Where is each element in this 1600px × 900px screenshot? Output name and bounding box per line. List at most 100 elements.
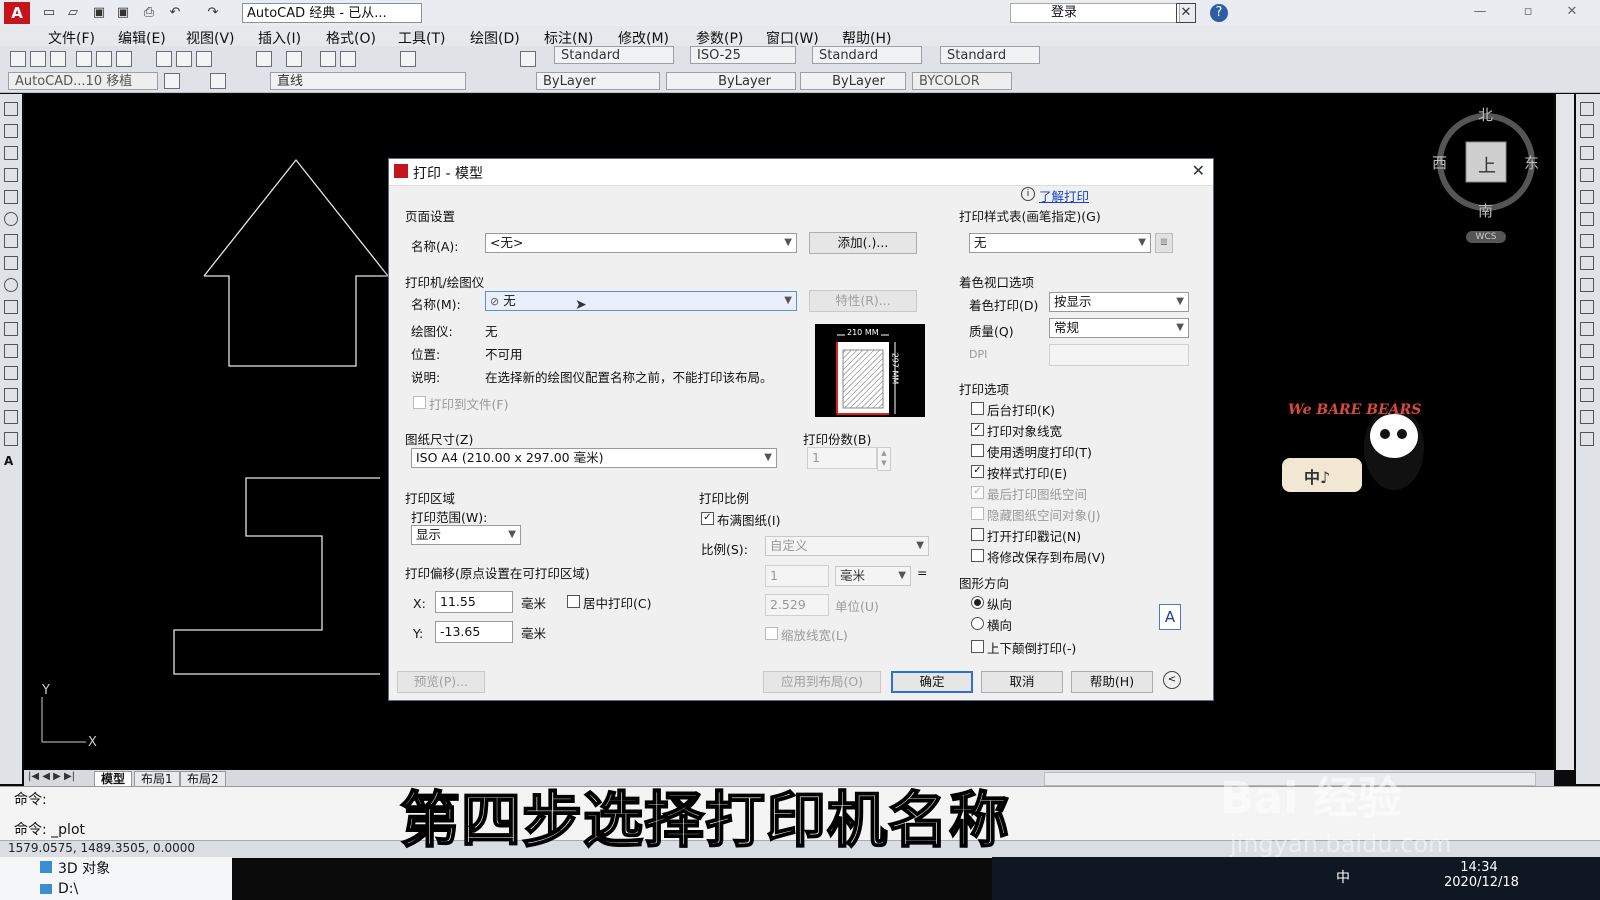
polyline-icon[interactable] [4, 146, 18, 160]
rectangle-icon[interactable] [4, 190, 18, 204]
scale-icon[interactable] [1580, 256, 1594, 270]
vertical-scrollbar[interactable] [1556, 94, 1574, 770]
paper-size-select[interactable]: ISO A4 (210.00 x 297.00 毫米) ▼ [411, 448, 777, 468]
publish-icon[interactable] [116, 51, 132, 67]
new-icon[interactable]: ▭ [40, 4, 58, 22]
shade-plot-select[interactable]: 按显示 ▼ [1049, 292, 1189, 312]
insert-block-icon[interactable] [4, 300, 18, 314]
lineweight-select[interactable]: ByLayer [800, 72, 906, 90]
undo-icon[interactable]: ↶ [166, 4, 184, 22]
copy-icon[interactable] [176, 51, 192, 67]
dpi-input[interactable] [1049, 344, 1189, 366]
portrait-radio[interactable] [971, 596, 984, 609]
menu-modify[interactable]: 修改(M) [618, 28, 669, 48]
command-input-line[interactable]: 命令: _plot [14, 819, 85, 839]
menu-help[interactable]: 帮助(H) [842, 28, 891, 48]
region-icon[interactable] [4, 410, 18, 424]
layer-state-select[interactable]: AutoCAD...10 移植 [8, 72, 158, 90]
wcs-menu[interactable]: WCS [1466, 231, 1506, 243]
menu-edit[interactable]: 编辑(E) [118, 28, 166, 48]
preview-button[interactable]: 预览(P)... [397, 671, 485, 693]
save-to-layout-checkbox[interactable] [971, 549, 984, 562]
offset-x-input[interactable]: 11.55 [435, 591, 513, 613]
quality-select[interactable]: 常规 ▼ [1049, 318, 1189, 338]
close-button[interactable]: ✕ [1552, 2, 1592, 22]
plot-range-select[interactable]: 显示 ▼ [411, 525, 521, 545]
layer-select[interactable]: 直线 [270, 72, 466, 90]
layer-manager-icon[interactable] [164, 73, 180, 89]
multileader-style-select[interactable]: Standard [940, 46, 1040, 64]
plot-stamp-checkbox[interactable] [971, 528, 984, 541]
save-as-icon[interactable]: ▣ [114, 4, 132, 22]
trim-icon[interactable] [1580, 300, 1594, 314]
dialog-close-button[interactable]: ✕ [1192, 161, 1205, 180]
upside-down-checkbox[interactable] [971, 640, 984, 653]
save-icon[interactable]: ▣ [90, 4, 108, 22]
explode-icon[interactable] [1580, 432, 1594, 446]
plotstyle-select[interactable]: BYCOLOR [912, 72, 1012, 90]
help-icon[interactable]: ? [1210, 4, 1228, 22]
plot-with-styles-checkbox[interactable]: ✓ [971, 465, 984, 478]
menu-tools[interactable]: 工具(T) [398, 28, 445, 48]
text-style-select[interactable]: Standard [554, 46, 674, 64]
rotate-icon[interactable] [1580, 234, 1594, 248]
color-select[interactable]: ByLayer [536, 72, 660, 90]
arc-icon[interactable] [4, 234, 18, 248]
page-setup-name-select[interactable]: <无> ▼ [485, 233, 797, 253]
compass-east[interactable]: 东 [1524, 152, 1539, 173]
offset-y-input[interactable]: -13.65 [435, 621, 513, 643]
collapse-options-icon[interactable]: < [1163, 671, 1181, 689]
compass-south[interactable]: 南 [1478, 200, 1493, 221]
workspace-select[interactable]: AutoCAD 经典 - 已从... [242, 3, 422, 23]
pan-icon[interactable] [320, 51, 336, 67]
autocad-logo[interactable]: A [4, 2, 30, 24]
menu-parametric[interactable]: 参数(P) [696, 28, 743, 48]
learn-plot-link[interactable]: 了解打印 [1039, 186, 1089, 205]
preview-icon[interactable] [96, 51, 112, 67]
ellipse-icon[interactable] [4, 278, 18, 292]
dim-style-select[interactable]: ISO-25 [690, 46, 796, 64]
mirror-icon[interactable] [1580, 146, 1594, 160]
plot-to-file-checkbox[interactable] [413, 396, 426, 409]
move-icon[interactable] [1580, 212, 1594, 226]
array-icon[interactable] [1580, 190, 1594, 204]
table-style-select[interactable]: Standard [812, 46, 922, 64]
cut-icon[interactable] [156, 51, 172, 67]
mtext-icon[interactable]: A [4, 454, 16, 468]
tab-nav-arrows[interactable]: |◀ ◀ ▶ ▶| [28, 771, 75, 782]
scale-unit-select[interactable]: 毫米 ▼ [835, 566, 911, 586]
new-icon[interactable] [10, 51, 26, 67]
explorer-item-drive[interactable]: D:\ [58, 881, 78, 897]
save-icon[interactable] [50, 51, 66, 67]
menu-format[interactable]: 格式(O) [326, 28, 376, 48]
spline-icon[interactable] [4, 256, 18, 270]
construction-line-icon[interactable] [4, 124, 18, 138]
fit-to-paper-checkbox[interactable]: ✓ [701, 512, 714, 525]
help-button[interactable]: 帮助(H) [1071, 671, 1153, 693]
undo-icon[interactable] [256, 51, 272, 67]
menu-draw[interactable]: 绘图(D) [470, 28, 520, 48]
help-icon[interactable] [520, 51, 536, 67]
hatch-icon[interactable] [4, 366, 18, 380]
printer-properties-button[interactable]: 特性(R)... [809, 290, 917, 312]
hide-paperspace-objects-checkbox[interactable] [971, 507, 984, 520]
apply-to-layout-button[interactable]: 应用到布局(O) [763, 671, 881, 693]
scale-select[interactable]: 自定义 ▼ [765, 536, 929, 556]
plot-transparency-checkbox[interactable] [971, 444, 984, 457]
copies-input[interactable]: 1 [807, 447, 877, 469]
paste-icon[interactable] [196, 51, 212, 67]
maximize-button[interactable]: ▫ [1508, 2, 1548, 22]
copy-object-icon[interactable] [1580, 124, 1594, 138]
copies-spinner[interactable]: ▲ ▼ [877, 447, 891, 471]
print-icon[interactable]: ⎙ [140, 4, 158, 22]
chamfer-icon[interactable] [1580, 388, 1594, 402]
polygon-icon[interactable] [4, 168, 18, 182]
extend-icon[interactable] [1580, 322, 1594, 336]
point-icon[interactable] [4, 344, 18, 358]
landscape-radio[interactable] [971, 617, 984, 630]
erase-icon[interactable] [1580, 102, 1594, 116]
zoom-icon[interactable] [340, 51, 356, 67]
menu-view[interactable]: 视图(V) [186, 28, 235, 48]
plot-style-table-select[interactable]: 无 ▼ [969, 233, 1151, 253]
cancel-button[interactable]: 取消 [981, 671, 1063, 693]
